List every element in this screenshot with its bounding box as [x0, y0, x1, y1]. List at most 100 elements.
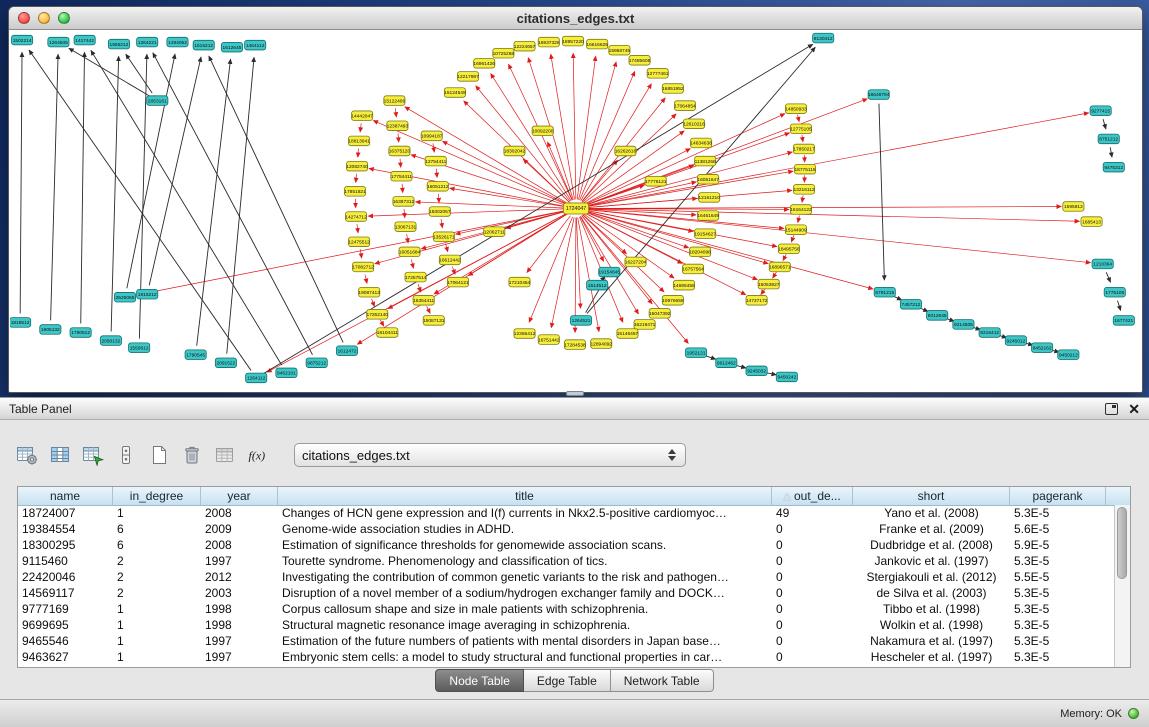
- function-icon[interactable]: f(x): [245, 442, 271, 468]
- graph-node[interactable]: 18204098: [689, 247, 711, 257]
- graph-node[interactable]: 17284538: [564, 340, 586, 350]
- tab-network-table[interactable]: Network Table: [611, 669, 714, 692]
- graph-node[interactable]: 15958745: [609, 45, 631, 55]
- graph-node[interactable]: 18495756: [778, 244, 800, 254]
- graph-node[interactable]: 17064121: [447, 277, 469, 287]
- graph-node[interactable]: 12894092: [590, 339, 612, 349]
- graph-node[interactable]: 16051647: [697, 174, 719, 184]
- table-row[interactable]: 1872400712008Changes of HCN gene express…: [18, 505, 1115, 521]
- graph-node[interactable]: 16961426: [473, 58, 495, 68]
- graph-node[interactable]: 12754411: [425, 156, 446, 166]
- graph-node[interactable]: 2050132: [100, 336, 121, 346]
- graph-node[interactable]: 2053161: [147, 96, 168, 106]
- graph-node[interactable]: 17850217: [793, 144, 815, 154]
- graph-node[interactable]: 1612645: [221, 42, 242, 52]
- graph-node[interactable]: 16375120: [389, 146, 411, 156]
- graph-node[interactable]: 1612472: [336, 346, 357, 356]
- graph-node[interactable]: 12082740: [346, 161, 368, 171]
- graph-node[interactable]: 1818512: [10, 318, 31, 328]
- zoom-button[interactable]: [58, 12, 70, 24]
- graph-node[interactable]: 17082712: [352, 262, 374, 272]
- graph-node[interactable]: 16851952: [662, 84, 684, 94]
- graph-node[interactable]: 16937326: [538, 37, 560, 47]
- graph-node[interactable]: 18957220: [562, 36, 584, 46]
- close-button[interactable]: [18, 12, 30, 24]
- graph-node[interactable]: 14695456: [673, 280, 695, 290]
- column-header-in-degree[interactable]: in_degree: [113, 487, 201, 505]
- graph-node[interactable]: 1955212: [108, 39, 129, 49]
- graph-node[interactable]: 16262616: [615, 146, 637, 156]
- graph-node[interactable]: 12610216: [683, 119, 705, 129]
- graph-node[interactable]: 1514512: [587, 280, 608, 290]
- graph-node[interactable]: 18813041: [348, 136, 370, 146]
- graph-node[interactable]: 16616625: [586, 39, 608, 49]
- table-row[interactable]: 977716911998Corpus callosum shape and si…: [18, 601, 1115, 617]
- graph-node[interactable]: 17776121: [645, 176, 667, 186]
- graph-node[interactable]: 12161210: [698, 193, 720, 203]
- table-source-dropdown[interactable]: citations_edges.txt: [294, 443, 686, 467]
- table-row[interactable]: 2242004622012Investigating the contribut…: [18, 569, 1115, 585]
- graph-node[interactable]: 16387312: [393, 197, 415, 207]
- graph-node[interactable]: 12475512: [348, 237, 370, 247]
- graph-node[interactable]: 8452162: [1032, 343, 1053, 353]
- graph-node[interactable]: 1685413: [1081, 217, 1102, 227]
- graph-node[interactable]: 1494052: [167, 37, 188, 47]
- panel-splitter-handle[interactable]: [566, 391, 584, 396]
- column-header-year[interactable]: year: [201, 487, 278, 505]
- graph-node[interactable]: 1952121: [685, 348, 706, 358]
- column-header-name[interactable]: name: [18, 487, 113, 505]
- table-row[interactable]: 1830029562008Estimation of significance …: [18, 537, 1115, 553]
- import-table-icon[interactable]: [212, 442, 238, 468]
- table-settings-icon[interactable]: [14, 442, 40, 468]
- graph-node[interactable]: 15047392: [649, 309, 671, 319]
- graph-node[interactable]: 6791215: [874, 287, 895, 297]
- tab-node-table[interactable]: Node Table: [435, 669, 524, 692]
- graph-node[interactable]: 13216112: [793, 185, 814, 195]
- graph-node[interactable]: 14274712: [345, 212, 367, 222]
- graph-node[interactable]: 10994187: [421, 131, 443, 141]
- float-panel-icon[interactable]: [1105, 403, 1118, 415]
- graph-hub-node[interactable]: 1724047: [563, 203, 588, 214]
- column-header-short[interactable]: short: [853, 487, 1010, 505]
- network-canvas[interactable]: 1724047151245491221798716961426107252681…: [10, 30, 1141, 391]
- tab-edge-table[interactable]: Edge Table: [524, 669, 611, 692]
- graph-node[interactable]: 17252140: [367, 310, 389, 320]
- graph-node[interactable]: 12062711: [484, 227, 505, 237]
- graph-node[interactable]: 1550612: [129, 343, 150, 353]
- column-header-out-de[interactable]: △out_de...: [772, 487, 853, 505]
- graph-node[interactable]: 16051684: [399, 247, 421, 257]
- graph-node[interactable]: 10725268: [493, 48, 515, 58]
- graph-node[interactable]: 2526065: [114, 292, 135, 302]
- graph-node[interactable]: 12224657: [514, 41, 536, 51]
- graph-node[interactable]: 17064854: [674, 101, 696, 111]
- graph-node[interactable]: 16648794: [868, 90, 890, 100]
- graph-node[interactable]: 9214505: [953, 320, 974, 330]
- graph-node[interactable]: 9450212: [1058, 350, 1079, 360]
- graph-node[interactable]: 14737172: [746, 295, 768, 305]
- graph-node[interactable]: 14634638: [690, 138, 712, 148]
- scrollbar-thumb[interactable]: [1117, 507, 1127, 579]
- table-row[interactable]: 946554611997Estimation of the future num…: [18, 633, 1115, 649]
- graph-node[interactable]: 1677421: [1113, 316, 1134, 326]
- graph-node[interactable]: 15087131: [423, 316, 445, 326]
- graph-node[interactable]: 8130412: [813, 33, 834, 43]
- graph-node[interactable]: 8012645: [927, 311, 948, 321]
- graph-node[interactable]: 9277415: [1090, 106, 1111, 116]
- graph-node[interactable]: 9450242: [776, 372, 797, 382]
- graph-node[interactable]: 1264505: [48, 37, 69, 47]
- graph-node[interactable]: 16896571: [769, 262, 791, 272]
- table-row[interactable]: 946362711997Embryonic stem cells: a mode…: [18, 649, 1115, 665]
- graph-node[interactable]: 9462101: [276, 368, 297, 378]
- vertical-scrollbar[interactable]: [1114, 505, 1130, 667]
- graph-node[interactable]: 12365412: [514, 329, 536, 339]
- delete-icon[interactable]: [179, 442, 205, 468]
- graph-node[interactable]: 1264221: [137, 37, 158, 47]
- graph-node[interactable]: 19154845: [599, 267, 621, 277]
- graph-node[interactable]: 2091522: [215, 358, 236, 368]
- graph-node[interactable]: 1417442: [74, 35, 95, 45]
- graph-node[interactable]: 1905132: [40, 325, 61, 335]
- graph-node[interactable]: 7457212: [900, 299, 921, 309]
- graph-node[interactable]: 18302057: [429, 207, 451, 217]
- graph-node[interactable]: 12217987: [457, 72, 479, 82]
- graph-node[interactable]: 13526171: [433, 232, 455, 242]
